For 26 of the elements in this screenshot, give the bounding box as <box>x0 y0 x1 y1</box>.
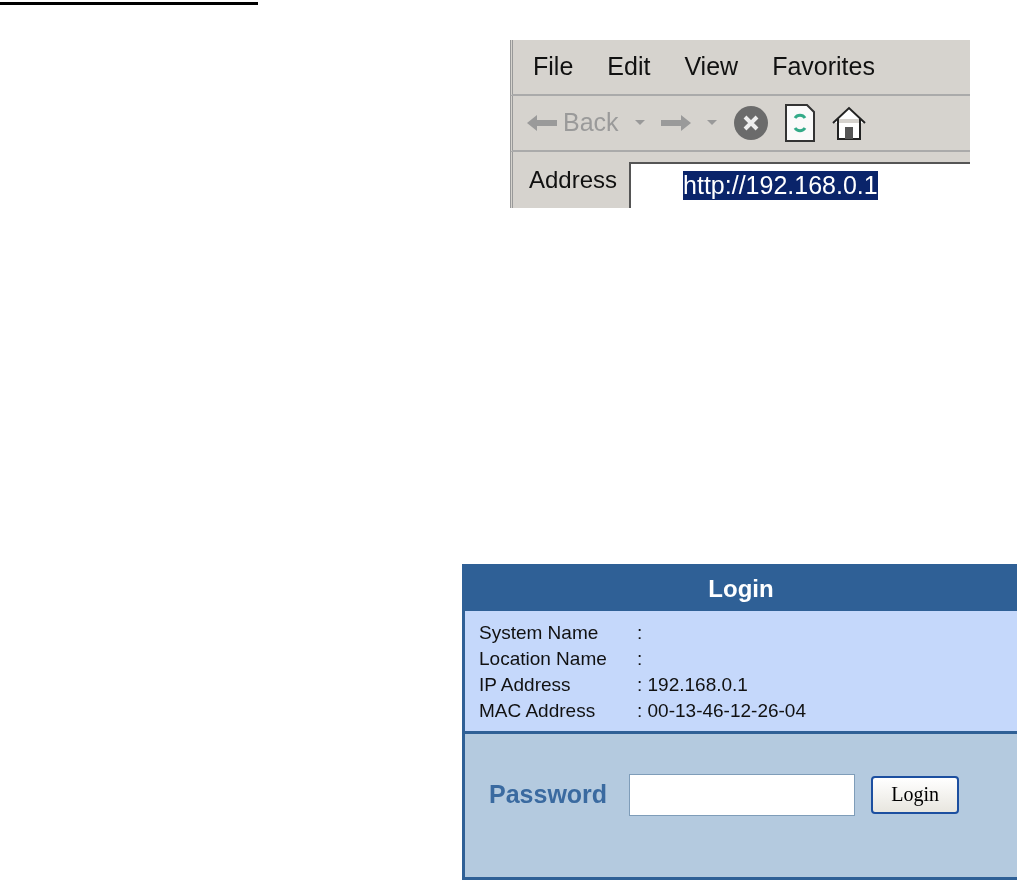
info-label: Location Name <box>479 647 608 671</box>
dropdown-arrow-icon[interactable] <box>706 120 717 126</box>
info-value: : 192.168.0.1 <box>637 673 749 697</box>
menu-item[interactable]: File <box>527 52 580 82</box>
left-arrow-icon <box>527 113 557 132</box>
menu-item[interactable]: Edit <box>601 52 657 82</box>
menu-item[interactable]: Favorites <box>766 52 881 82</box>
info-label: System Name <box>479 621 600 645</box>
dropdown-arrow-icon[interactable] <box>634 120 645 126</box>
password-label: Password <box>489 780 608 809</box>
password-field[interactable] <box>629 773 856 816</box>
url-text: http://192.168.0.1 <box>683 171 878 201</box>
refresh-icon[interactable] <box>784 103 815 142</box>
info-value: : <box>637 647 644 671</box>
address-label: Address <box>529 165 618 194</box>
info-value: : <box>637 621 644 645</box>
info-label: IP Address <box>479 673 572 697</box>
login-button[interactable]: Login <box>871 775 960 814</box>
home-icon[interactable] <box>830 104 867 141</box>
right-arrow-icon <box>660 113 691 132</box>
info-value: : 00-13-46-12-26-04 <box>637 699 807 723</box>
menu-item[interactable]: View <box>678 52 745 82</box>
address-field[interactable]: http://192.168.0.1 <box>629 161 970 208</box>
panel-title: Login <box>708 575 774 603</box>
stop-icon[interactable] <box>732 104 769 141</box>
info-label: MAC Address <box>479 699 597 723</box>
